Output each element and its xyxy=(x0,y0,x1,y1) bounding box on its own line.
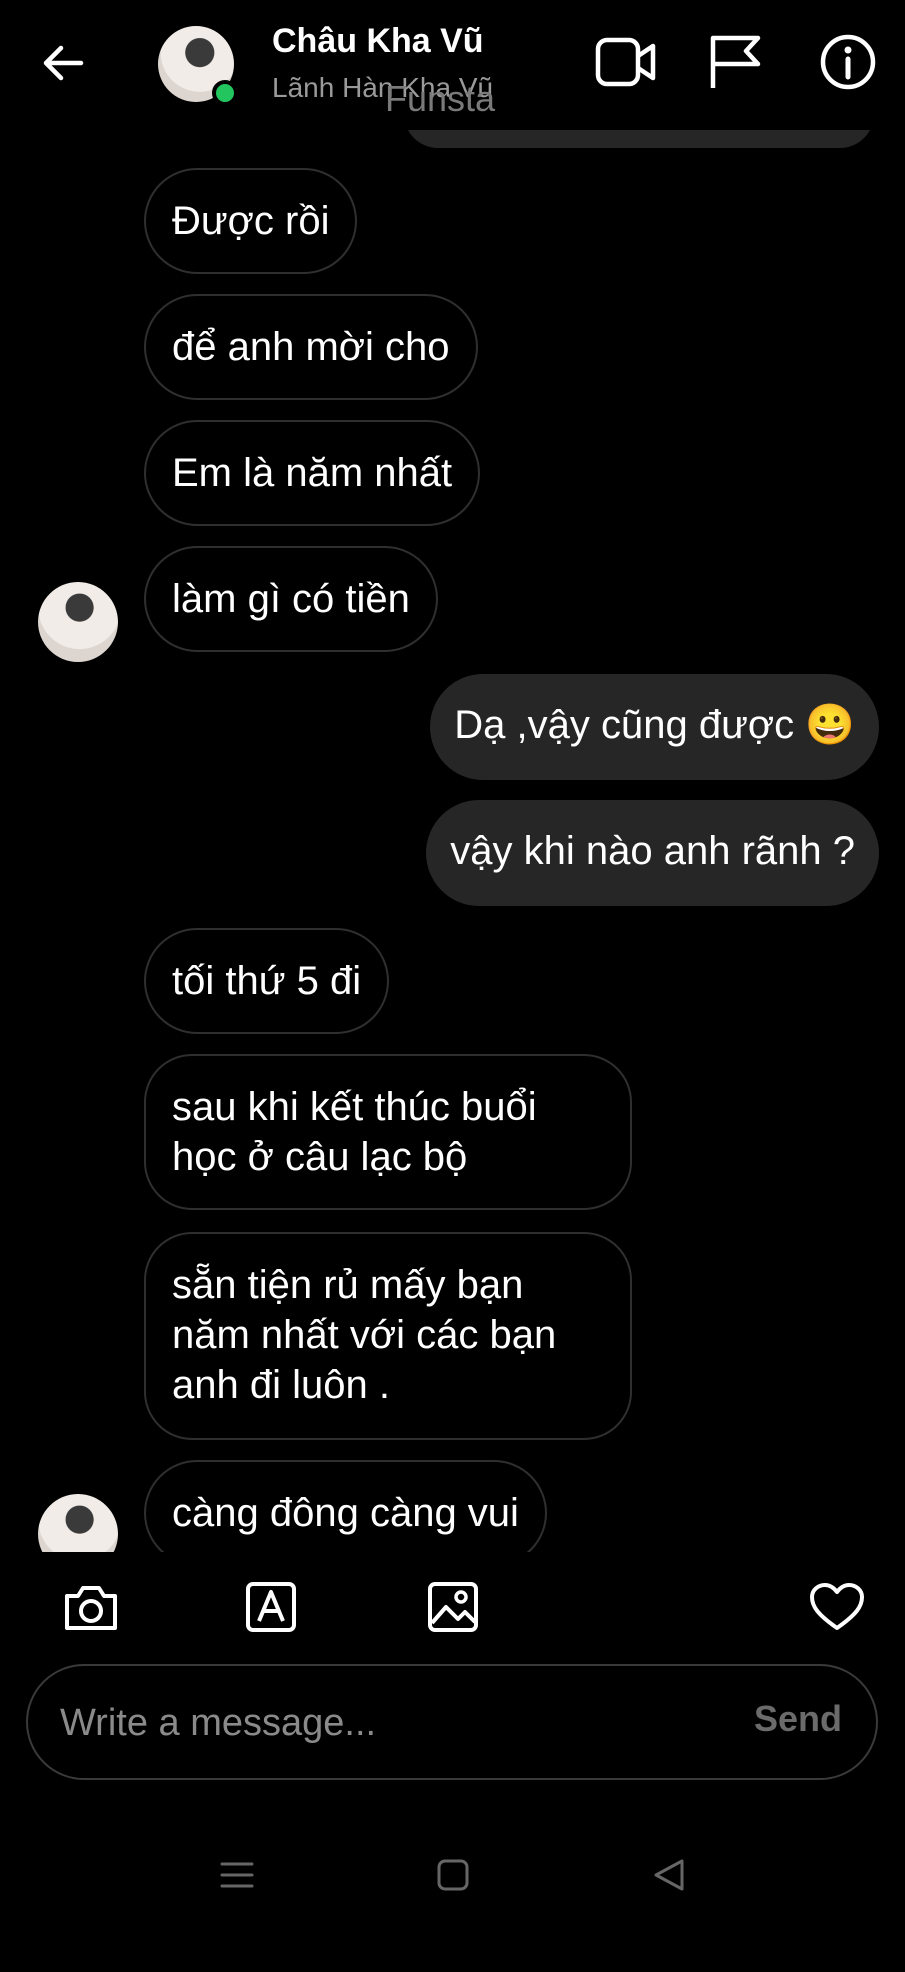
message-text: sẵn tiện rủ mấy bạn năm nhất với các bạn… xyxy=(172,1263,557,1407)
system-nav-bar xyxy=(0,1820,905,1920)
contact-avatar-wrap[interactable] xyxy=(158,26,238,106)
menu-nav-button[interactable] xyxy=(212,1850,262,1900)
message-composer: Send xyxy=(26,1664,878,1780)
message-bubble-incoming[interactable]: sẵn tiện rủ mấy bạn năm nhất với các bạn… xyxy=(144,1232,632,1440)
message-bubble-outgoing[interactable]: Dạ ,vậy cũng được 😀 xyxy=(430,674,879,780)
gallery-button[interactable] xyxy=(422,1576,484,1638)
message-bubble-incoming[interactable]: Được rồi xyxy=(144,168,358,274)
message-bubble-outgoing[interactable]: vậy khi nào anh rãnh ? xyxy=(426,800,879,906)
contact-name[interactable]: Châu Kha Vũ xyxy=(272,22,484,61)
like-button[interactable] xyxy=(806,1576,868,1638)
text-style-icon xyxy=(246,1582,296,1632)
camera-button[interactable] xyxy=(60,1576,122,1638)
message-text: làm gì có tiền xyxy=(172,577,410,621)
message-bubble-incoming[interactable]: để anh mời cho xyxy=(144,294,478,400)
back-nav-button[interactable] xyxy=(644,1850,694,1900)
message-bubble-incoming[interactable]: sau khi kết thúc buổi học ở câu lạc bộ xyxy=(144,1054,632,1210)
message-bubble-incoming[interactable]: Em là năm nhất xyxy=(144,420,481,526)
sender-avatar[interactable] xyxy=(38,582,118,662)
message-text: càng đông càng vui xyxy=(172,1491,519,1535)
back-button[interactable] xyxy=(38,38,88,88)
message-bubble-incoming[interactable]: càng đông càng vui xyxy=(144,1460,547,1566)
message-bubble-incoming[interactable]: làm gì có tiền xyxy=(144,546,438,652)
message-text: sau khi kết thúc buổi học ở câu lạc bộ xyxy=(172,1085,537,1179)
heart-icon xyxy=(810,1583,864,1630)
message-bubble-incoming[interactable]: tối thứ 5 đi xyxy=(144,928,390,1034)
text-style-button[interactable] xyxy=(240,1576,302,1638)
message-text: để anh mời cho xyxy=(172,325,450,369)
message-input[interactable] xyxy=(58,1696,702,1750)
home-icon xyxy=(437,1859,469,1891)
video-call-icon xyxy=(595,37,656,87)
video-call-button[interactable] xyxy=(594,30,658,94)
report-button[interactable] xyxy=(704,30,768,94)
back-arrow-icon xyxy=(43,45,84,81)
menu-icon xyxy=(220,1862,254,1888)
previous-message-text: Funsta xyxy=(385,78,496,119)
back-nav-icon xyxy=(654,1859,684,1891)
gallery-icon xyxy=(428,1582,478,1632)
send-button[interactable]: Send xyxy=(754,1698,842,1740)
camera-icon xyxy=(65,1586,117,1630)
info-icon xyxy=(820,34,876,90)
message-text: Dạ ,vậy cũng được 😀 xyxy=(454,703,855,747)
message-text: tối thứ 5 đi xyxy=(172,959,362,1003)
info-button[interactable] xyxy=(816,30,880,94)
message-text: Được rồi xyxy=(172,199,330,243)
online-status-dot xyxy=(212,80,238,106)
message-text: Em là năm nhất xyxy=(172,451,453,495)
home-nav-button[interactable] xyxy=(428,1850,478,1900)
message-text: vậy khi nào anh rãnh ? xyxy=(450,829,855,873)
flag-icon xyxy=(710,35,761,88)
